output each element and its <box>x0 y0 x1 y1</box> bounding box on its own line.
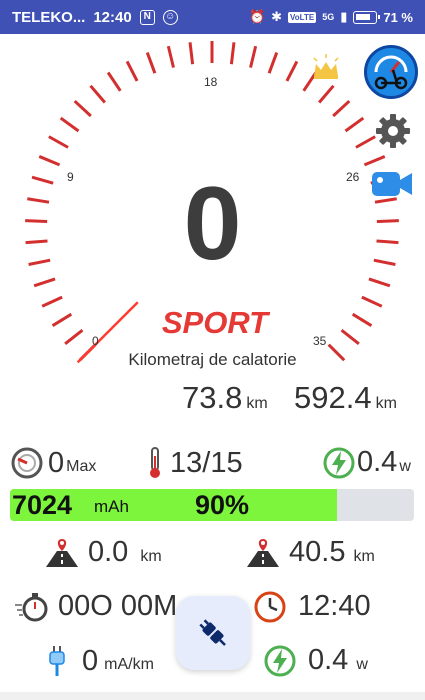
consumption-value: 0 <box>82 644 99 677</box>
clock-stat: 12:40 <box>254 590 371 623</box>
gauge-tick <box>363 155 386 167</box>
crown-icon[interactable] <box>308 52 344 82</box>
battery-percentage: 90% <box>195 490 250 520</box>
gauge-tick <box>59 116 80 133</box>
status-bar: TELEKO... 12:40 N ☺ ⏰ ✱ VoLTE 5G ▮ 71 % <box>0 0 425 34</box>
trip-odometer: 73.8 km <box>182 380 268 416</box>
gauge-tick <box>51 312 73 327</box>
gauge-tick <box>33 277 56 288</box>
thermometer-icon <box>150 447 160 478</box>
ride-timer-stat: 00O 00M <box>14 590 177 623</box>
max-speed-value: 0 <box>48 446 65 479</box>
carrier-name: TELEKO... <box>12 8 86 26</box>
connect-button[interactable] <box>176 596 250 670</box>
scooter-icon <box>374 55 408 90</box>
plug-connect-icon <box>199 619 226 646</box>
scooter-dashboard-button[interactable] <box>364 45 418 99</box>
gauge-tick <box>361 295 383 308</box>
gauge-tick <box>368 277 391 288</box>
max-speed-label: Max <box>66 458 97 475</box>
distance-right-unit: km <box>353 547 375 565</box>
gauge-tick <box>340 328 360 345</box>
distance-left-value: 0.0 <box>88 536 129 568</box>
battery-icon <box>353 10 381 24</box>
total-odometer-value: 592.4 <box>294 380 372 415</box>
lightning-icon <box>264 645 296 676</box>
power-stat-bottom: 0.4 w <box>264 644 368 677</box>
gauge-tick <box>41 295 63 308</box>
distance-right-value: 40.5 <box>289 536 346 568</box>
gauge-tick <box>38 155 61 167</box>
gauge-tick-label: 35 <box>313 334 327 348</box>
gauge-tick <box>106 71 122 92</box>
gauge-tick <box>355 135 376 149</box>
road-pin-icon <box>46 538 78 567</box>
distance-left-unit: km <box>140 547 162 565</box>
total-odometer-unit: km <box>375 395 397 412</box>
stopwatch-icon <box>15 592 48 621</box>
gauge-tick <box>48 135 69 149</box>
gauge-tick <box>145 52 157 74</box>
gauge-tick <box>332 99 351 118</box>
alarm-icon: ⏰ <box>248 9 266 24</box>
road-pin-icon <box>247 538 279 567</box>
bluetooth-icon: ✱ <box>271 9 283 24</box>
gauge-tick-label: 0 <box>92 334 99 348</box>
ride-timer-value: 00O 00M <box>58 590 178 622</box>
speed-value: 0 <box>183 166 242 282</box>
distance-left-stat: 0.0 km <box>44 536 162 569</box>
speedometer-icon <box>11 447 43 479</box>
battery-capacity-unit: mAh <box>94 497 129 516</box>
battery-percent: 71 % <box>383 9 413 25</box>
gauge-tick <box>188 42 195 65</box>
camera-icon[interactable] <box>370 168 414 200</box>
gauge-tick <box>89 84 106 104</box>
power-top-unit: w <box>399 457 411 475</box>
consumption-stat: 0 mA/km <box>46 644 154 678</box>
network-type: 5G <box>322 12 335 22</box>
volte-badge: VoLTE <box>288 11 317 23</box>
status-time: 12:40 <box>93 8 132 26</box>
power-stat-top: 0.4 w <box>323 446 411 479</box>
gauge-tick <box>125 60 139 82</box>
gauge-tick <box>229 42 236 65</box>
gauge-tick-label: 18 <box>204 75 218 89</box>
gauge-tick <box>249 45 258 68</box>
gauge-tick <box>344 116 365 133</box>
gauge-tick <box>285 60 299 82</box>
navigation-bar <box>0 692 425 700</box>
trip-odometer-unit: km <box>246 395 268 412</box>
gauge-tick <box>166 45 175 68</box>
accessibility-icon: ☺ <box>162 9 178 25</box>
nfc-icon: N <box>139 9 155 25</box>
battery-capacity: 7024 <box>12 490 73 520</box>
max-speed-stat: 0 Max <box>10 446 96 480</box>
trip-odometer-value: 73.8 <box>182 380 243 415</box>
power-top-value: 0.4 <box>357 446 398 478</box>
power-bottom-value: 0.4 <box>308 644 349 676</box>
gauge-tick <box>351 312 373 327</box>
total-odometer: 592.4 km <box>294 380 397 416</box>
clock-value: 12:40 <box>298 590 371 622</box>
ride-mode[interactable]: SPORT <box>130 305 300 341</box>
lightning-icon <box>323 447 355 478</box>
gauge-tick <box>267 52 279 74</box>
gauge-tick <box>327 343 346 362</box>
consumption-unit: mA/km <box>104 656 154 673</box>
distance-right-stat: 40.5 km <box>245 536 375 569</box>
trip-label: Kilometraj de calatorie <box>128 350 297 369</box>
gauge-tick <box>64 328 84 345</box>
power-bottom-unit: w <box>356 655 368 673</box>
temperature-value: 13/15 <box>170 446 243 479</box>
clock-icon <box>254 591 286 622</box>
temperature-stat: 13/15 <box>144 446 243 480</box>
gauge-tick <box>318 84 335 104</box>
gauge-tick <box>73 99 92 118</box>
charging-plug-icon <box>49 646 65 676</box>
signal-icon: ▮ <box>340 9 348 24</box>
settings-gear-icon[interactable] <box>374 112 412 150</box>
